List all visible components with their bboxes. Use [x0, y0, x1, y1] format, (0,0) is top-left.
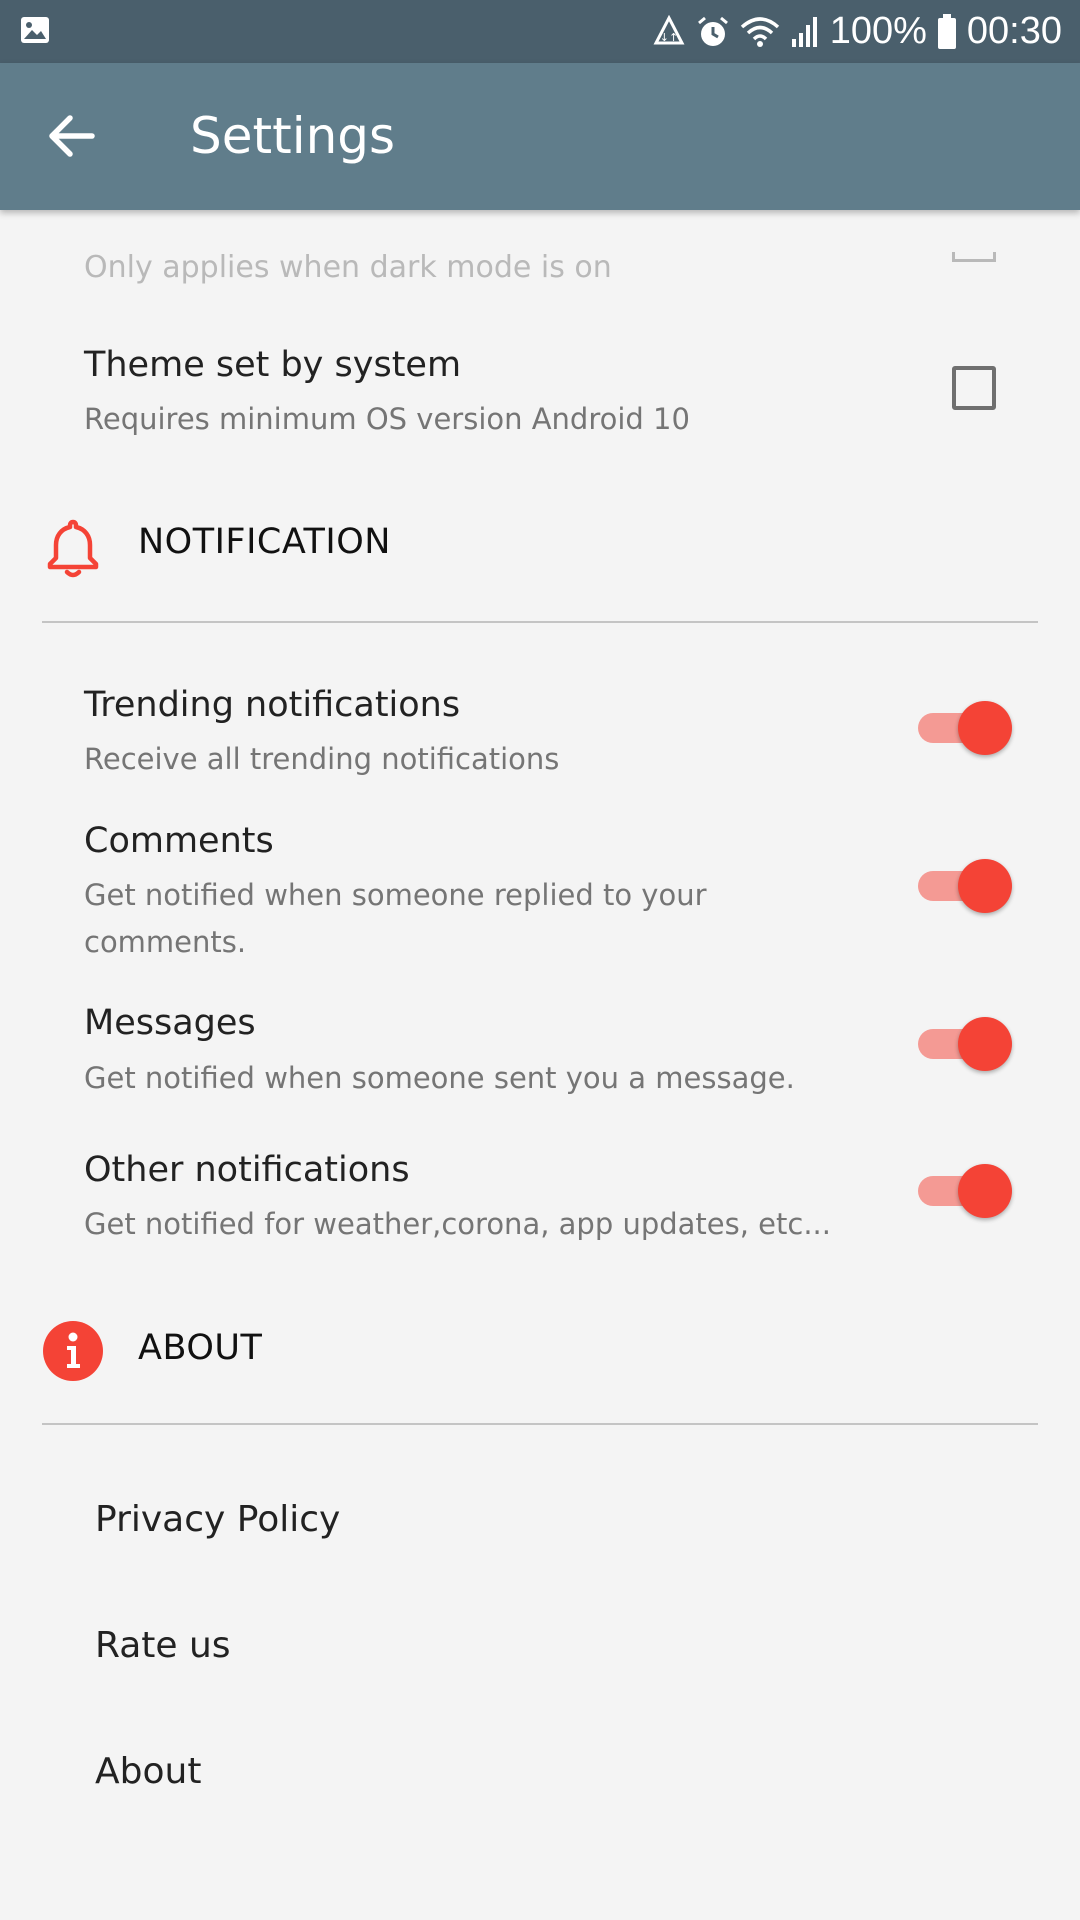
data-saver-icon: ↓↑: [653, 14, 685, 44]
trending-title: Trending notifications: [84, 685, 461, 725]
about-section-label: ABOUT: [138, 1328, 263, 1368]
notification-section-header: NOTIFICATION: [0, 516, 1080, 606]
dark-mode-item-subtitle: Only applies when dark mode is on: [84, 250, 612, 285]
other-toggle[interactable]: [916, 1160, 1012, 1220]
arrow-back-icon[interactable]: [44, 108, 100, 164]
notification-divider: [42, 621, 1038, 623]
system-theme-title: Theme set by system: [84, 345, 462, 385]
toggle-thumb: [958, 1164, 1012, 1218]
comments-toggle[interactable]: [916, 855, 1012, 915]
notification-section-label: NOTIFICATION: [138, 522, 391, 562]
other-subtitle: Get notified for weather,corona, app upd…: [84, 1207, 831, 1241]
about-link[interactable]: About: [95, 1751, 201, 1792]
about-section-header: ABOUT: [0, 1320, 1080, 1410]
privacy-policy-link[interactable]: Privacy Policy: [95, 1499, 340, 1540]
svg-text:↓↑: ↓↑: [659, 31, 677, 44]
clock: 00:30: [966, 10, 1062, 52]
dark-mode-checkbox[interactable]: [952, 252, 996, 262]
system-theme-subtitle: Requires minimum OS version Android 10: [84, 402, 690, 436]
page-title: Settings: [190, 107, 396, 165]
battery-icon: [937, 13, 956, 49]
trending-toggle[interactable]: [916, 697, 1012, 757]
image-icon: [21, 17, 49, 43]
messages-title: Messages: [84, 1003, 256, 1043]
comments-title: Comments: [84, 821, 274, 861]
wifi-icon: [740, 16, 779, 47]
rate-us-link[interactable]: Rate us: [95, 1625, 231, 1666]
toggle-thumb: [958, 1017, 1012, 1071]
info-icon: [43, 1321, 103, 1381]
other-title: Other notifications: [84, 1150, 410, 1190]
status-bar: ↓↑ 100% 00:30: [0, 0, 1080, 63]
trending-subtitle: Receive all trending notifications: [84, 742, 560, 776]
system-theme-checkbox[interactable]: [952, 366, 996, 410]
messages-subtitle: Get notified when someone sent you a mes…: [84, 1061, 795, 1095]
settings-list[interactable]: Only applies when dark mode is on Theme …: [0, 210, 1080, 1920]
toggle-thumb: [958, 859, 1012, 913]
comments-subtitle: Get notified when someone replied to you…: [84, 878, 707, 959]
battery-percent: 100%: [829, 10, 927, 52]
status-icons: ↓↑ 100% 00:30: [652, 0, 1062, 63]
toggle-thumb: [958, 701, 1012, 755]
signal-icon: [791, 16, 817, 47]
app-bar: Settings: [0, 63, 1080, 210]
settings-screen: ↓↑ 100% 00:30 Settings Only applies when…: [0, 0, 1080, 1920]
alarm-icon: [697, 16, 728, 46]
messages-toggle[interactable]: [916, 1013, 1012, 1073]
about-divider: [42, 1423, 1038, 1425]
bell-icon: [47, 519, 99, 578]
